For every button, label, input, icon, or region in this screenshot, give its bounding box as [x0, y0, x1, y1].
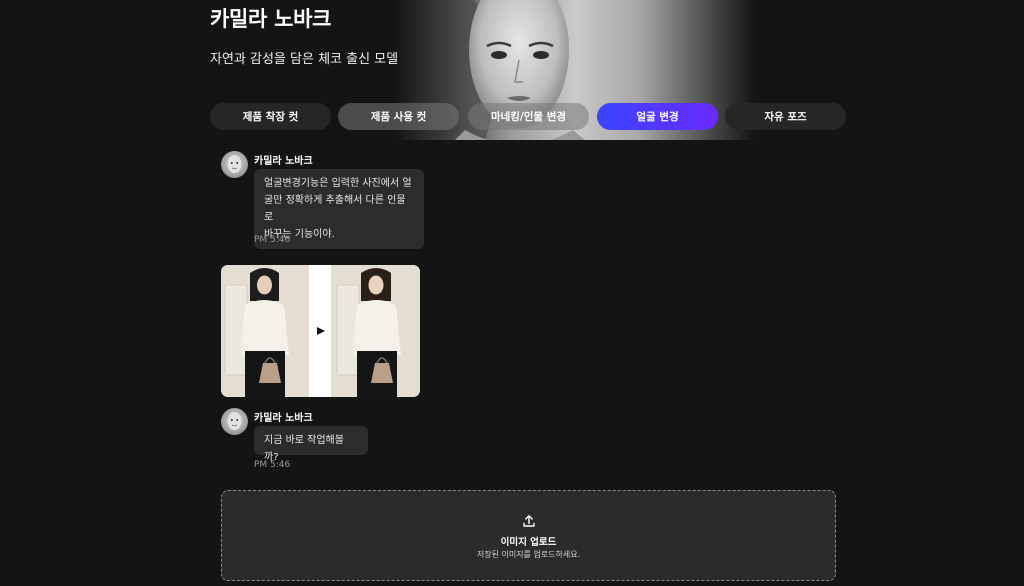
model-description: 자연과 감성을 담은 체코 출신 모델 [210, 52, 399, 67]
upload-icon [522, 513, 536, 532]
message-sender: 카밀라 노바크 [254, 413, 313, 424]
message-time: PM 5:46 [254, 235, 291, 245]
feature-tabs: 제품 착장 컷 제품 사용 컷 마네킹/인물 변경 얼굴 변경 자유 포즈 [210, 103, 846, 130]
tab-free-pose[interactable]: 자유 포즈 [725, 103, 846, 130]
message-bubble: 지금 바로 작업해볼까? [254, 426, 368, 463]
message-time: PM 5:46 [254, 460, 291, 470]
model-hero: 카밀라 노바크 자연과 감성을 담은 체코 출신 모델 제품 착장 컷 제품 사… [0, 0, 1024, 140]
model-name-title: 카밀라 노바크 [210, 7, 332, 31]
tab-product-usage[interactable]: 제품 사용 컷 [338, 103, 459, 130]
model-avatar [221, 151, 248, 178]
message-sender: 카밀라 노바크 [254, 156, 313, 167]
tab-product-wearing[interactable]: 제품 착장 컷 [210, 103, 331, 130]
upload-title: 이미지 업로드 [500, 537, 557, 548]
model-avatar [221, 408, 248, 435]
image-upload-dropzone[interactable]: 이미지 업로드 저장된 이미지를 업로드하세요. [221, 490, 836, 581]
tab-face-change[interactable]: 얼굴 변경 [597, 103, 718, 130]
app-screen: 카밀라 노바크 자연과 감성을 담은 체코 출신 모델 제품 착장 컷 제품 사… [0, 0, 1024, 586]
face-change-example-image [221, 265, 420, 397]
upload-hint: 저장된 이미지를 업로드하세요. [476, 550, 581, 559]
message-line: 굴만 정확하게 추출해서 다른 인물로 [264, 195, 406, 223]
message-line: 얼굴변경기능은 입력한 사진에서 얼 [264, 178, 412, 189]
tab-mannequin-change[interactable]: 마네킹/인물 변경 [468, 103, 589, 130]
